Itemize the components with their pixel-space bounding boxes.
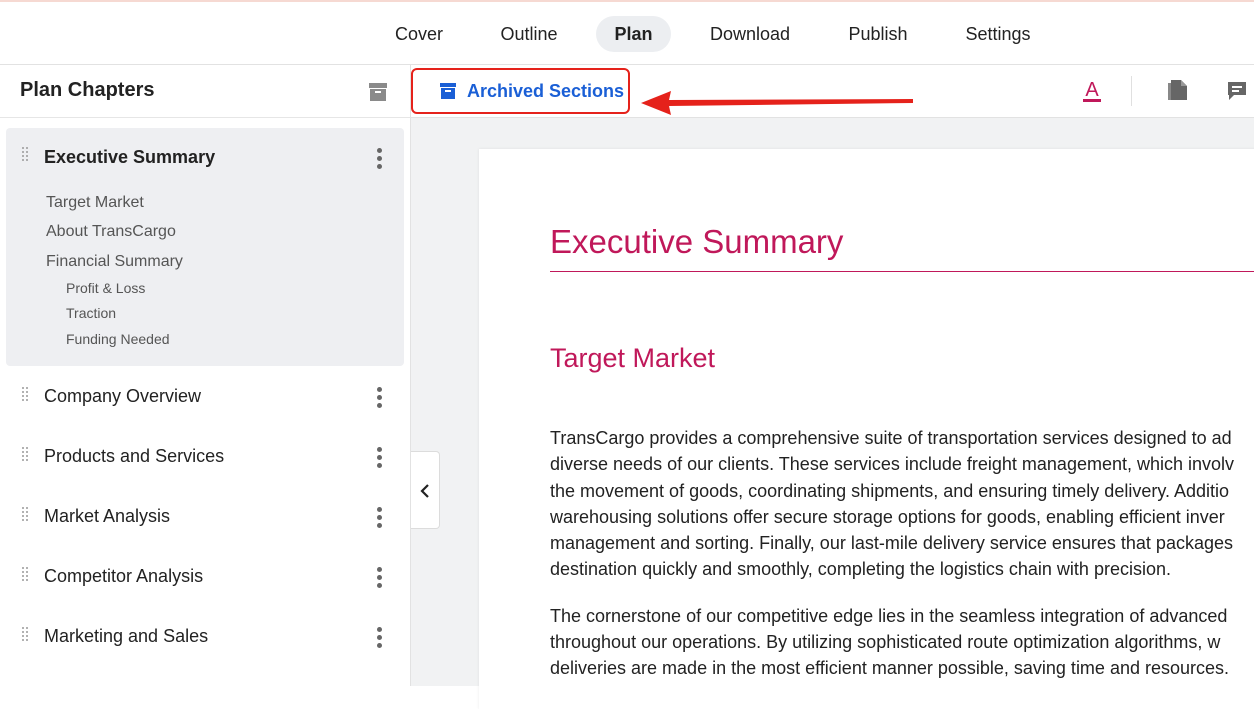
paragraph-line[interactable]: throughout our operations. By utilizing … xyxy=(550,629,1254,655)
chapter-label[interactable]: Products and Services xyxy=(44,446,224,467)
section-target-market[interactable]: Target Market xyxy=(46,194,144,212)
more-options-icon[interactable] xyxy=(376,148,382,170)
section-financial-summary[interactable]: Financial Summary xyxy=(46,253,183,271)
more-options-icon[interactable] xyxy=(376,567,382,589)
chapter-label[interactable]: Market Analysis xyxy=(44,506,170,527)
svg-text:A: A xyxy=(1085,79,1099,101)
tab-publish[interactable]: Publish xyxy=(834,16,922,52)
subsection-funding-needed[interactable]: Funding Needed xyxy=(66,331,170,347)
section-about-transcargo[interactable]: About TransCargo xyxy=(46,223,176,241)
paragraph-line[interactable]: destination quickly and smoothly, comple… xyxy=(550,556,1254,582)
subsection-traction[interactable]: Traction xyxy=(66,305,116,321)
drag-handle-icon[interactable] xyxy=(22,387,30,405)
chapter-label[interactable]: Executive Summary xyxy=(44,147,215,168)
comment-icon[interactable] xyxy=(1226,80,1248,107)
tab-cover[interactable]: Cover xyxy=(378,16,460,52)
tab-outline[interactable]: Outline xyxy=(484,16,574,52)
paragraph-line[interactable]: the movement of goods, coordinating ship… xyxy=(550,478,1254,504)
chevron-left-icon xyxy=(420,484,429,498)
archived-sections-button[interactable]: Archived Sections xyxy=(411,68,630,114)
plan-chapters-sidebar: Plan Chapters Executive Summary Target M… xyxy=(0,65,411,686)
paragraph-line[interactable]: deliveries are made in the most efficien… xyxy=(550,655,1254,681)
chapter-label[interactable]: Competitor Analysis xyxy=(44,566,203,587)
more-options-icon[interactable] xyxy=(376,447,382,469)
annotation-arrow-icon xyxy=(641,91,913,115)
drag-handle-icon[interactable] xyxy=(22,147,30,165)
document-title[interactable]: Executive Summary xyxy=(550,223,843,261)
tab-download[interactable]: Download xyxy=(697,16,803,52)
title-rule xyxy=(550,271,1254,272)
paragraph-line[interactable]: warehousing solutions offer secure stora… xyxy=(550,504,1254,530)
paragraph-line[interactable]: TransCargo provides a comprehensive suit… xyxy=(550,425,1254,451)
plan-content-area: Archived Sections A Executive Summary Ta… xyxy=(411,65,1254,709)
more-options-icon[interactable] xyxy=(376,627,382,649)
drag-handle-icon[interactable] xyxy=(22,627,30,645)
chapter-label[interactable]: Company Overview xyxy=(44,386,201,407)
paragraph-line[interactable]: The cornerstone of our competitive edge … xyxy=(550,603,1254,629)
text-color-icon[interactable]: A xyxy=(1080,77,1104,110)
subsection-profit-loss[interactable]: Profit & Loss xyxy=(66,280,145,296)
document-page: Executive Summary Target Market TransCar… xyxy=(479,149,1254,709)
tab-plan[interactable]: Plan xyxy=(596,16,671,52)
archived-sections-label: Archived Sections xyxy=(467,81,625,101)
drag-handle-icon[interactable] xyxy=(22,447,30,465)
toolbar-divider xyxy=(1131,76,1132,106)
paragraph-line[interactable]: management and sorting. Finally, our las… xyxy=(550,530,1254,556)
archive-icon xyxy=(439,82,457,105)
more-options-icon[interactable] xyxy=(376,507,382,529)
more-options-icon[interactable] xyxy=(376,387,382,409)
document-icon[interactable] xyxy=(1167,78,1189,107)
drag-handle-icon[interactable] xyxy=(22,567,30,585)
sidebar-header: Plan Chapters xyxy=(0,65,410,118)
section-heading[interactable]: Target Market xyxy=(550,343,715,374)
collapse-sidebar-button[interactable] xyxy=(411,451,440,529)
paragraph-line[interactable]: diverse needs of our clients. These serv… xyxy=(550,451,1254,477)
archive-box-icon[interactable] xyxy=(367,81,389,103)
tab-settings[interactable]: Settings xyxy=(952,16,1044,52)
editor-toolbar: Archived Sections A xyxy=(411,65,1254,118)
chapter-label[interactable]: Marketing and Sales xyxy=(44,626,208,647)
sidebar-title: Plan Chapters xyxy=(20,79,155,101)
drag-handle-icon[interactable] xyxy=(22,507,30,525)
top-navigation: Cover Outline Plan Download Publish Sett… xyxy=(0,2,1254,65)
